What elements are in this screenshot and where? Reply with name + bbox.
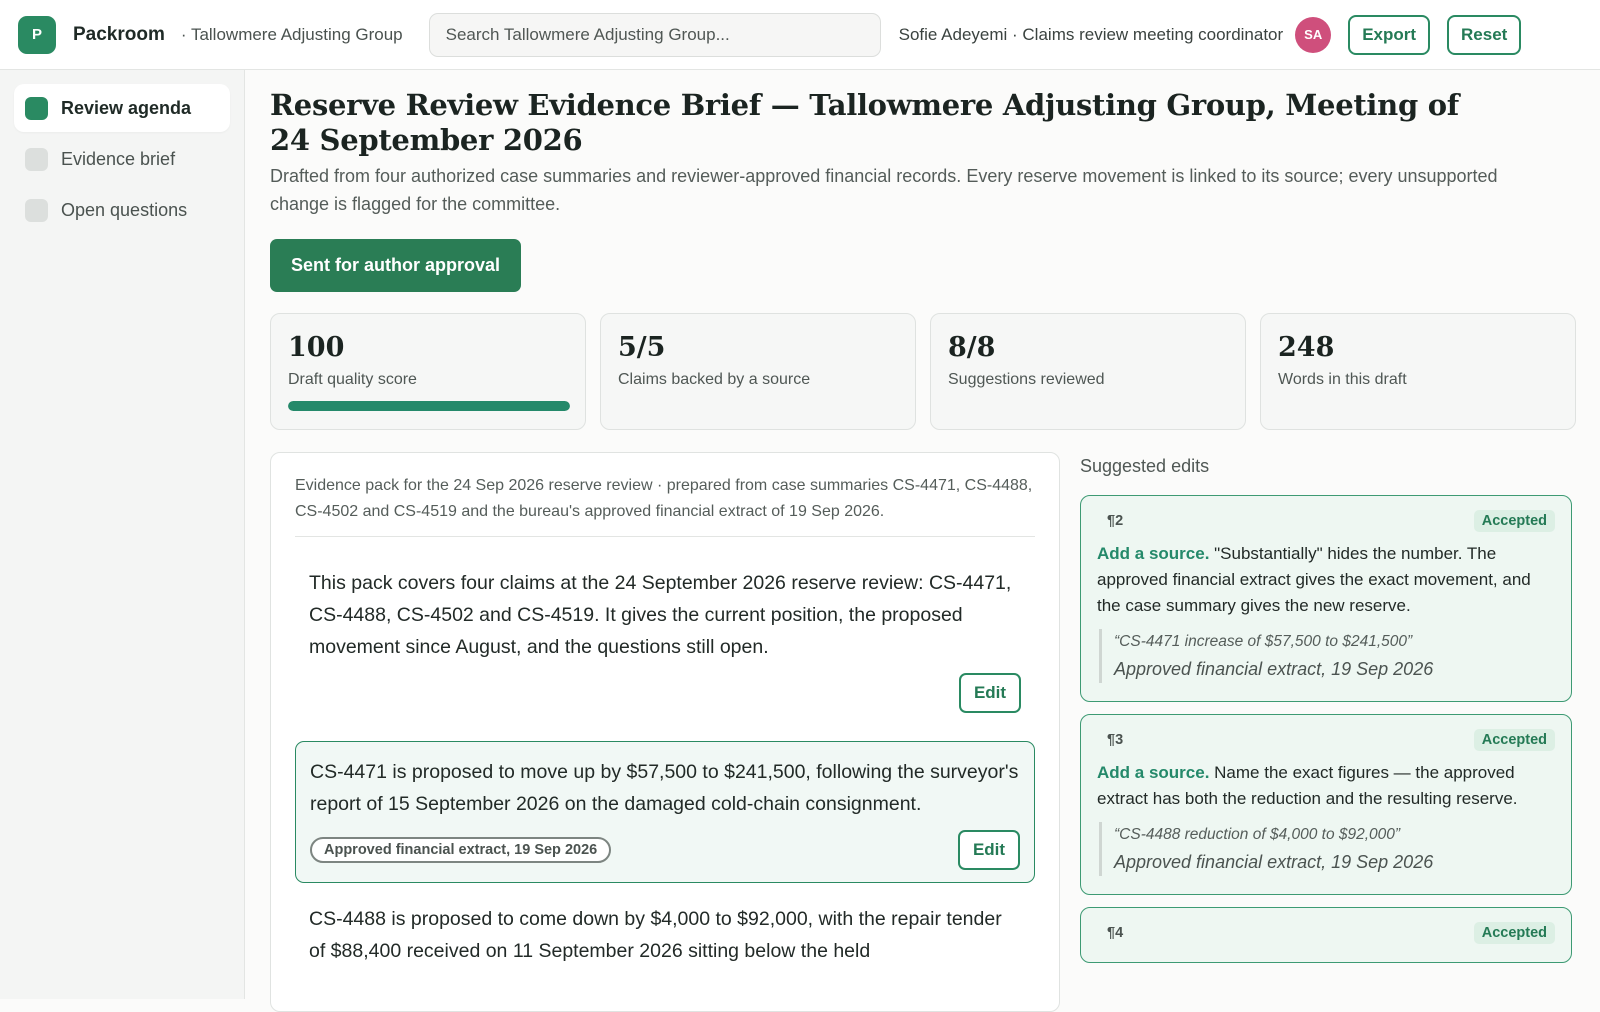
quality-progress-bar xyxy=(288,401,570,411)
reset-button[interactable]: Reset xyxy=(1447,14,1522,55)
paragraph-footer: Edit xyxy=(309,673,1021,713)
top-bar: P Packroom · Tallowmere Adjusting Group … xyxy=(0,0,1600,70)
sidebar: Review agenda Evidence brief Open questi… xyxy=(0,70,245,999)
stat-card-words: 248 Words in this draft xyxy=(1260,313,1576,430)
suggestion-lead: Add a source. xyxy=(1097,544,1210,563)
document-paragraph[interactable]: CS-4471 is proposed to move up by $57,50… xyxy=(295,741,1035,883)
status-badge: Accepted xyxy=(1473,729,1555,751)
quality-progress-fill xyxy=(288,401,570,411)
quote-source: Approved financial extract, 19 Sep 2026 xyxy=(1114,852,1434,872)
edit-button[interactable]: Edit xyxy=(959,673,1021,713)
document-paragraph[interactable]: This pack covers four claims at the 24 S… xyxy=(295,553,1035,725)
search-input[interactable]: Search Tallowmere Adjusting Group... xyxy=(428,12,881,57)
paragraph-ref: ¶4 xyxy=(1107,925,1124,941)
stat-label: Claims backed by a source xyxy=(618,371,811,388)
stats-row: 100 Draft quality score 5/5 Claims backe… xyxy=(270,313,1580,430)
sidebar-item-label: Open questions xyxy=(61,199,188,220)
sidebar-item-open-questions[interactable]: Open questions xyxy=(14,186,230,234)
paragraph-text: This pack covers four claims at the 24 S… xyxy=(309,572,1012,658)
sidebar-item-review-agenda[interactable]: Review agenda xyxy=(14,84,230,132)
suggestion-card[interactable]: ¶2 Accepted Add a source. "Substantially… xyxy=(1080,495,1572,702)
status-badge: Accepted xyxy=(1473,510,1555,532)
app-name: Packroom xyxy=(73,23,165,45)
user-name: Sofie Adeyemi · Claims review meeting co… xyxy=(898,24,1284,44)
document-paragraph[interactable]: CS-4488 is proposed to come down by $4,0… xyxy=(295,899,1035,979)
suggestion-body: Add a source. "Substantially" hides the … xyxy=(1097,541,1555,619)
app-logo[interactable]: P xyxy=(18,15,56,54)
card-header: ¶4 Accepted xyxy=(1097,922,1555,944)
export-button[interactable]: Export xyxy=(1348,14,1431,55)
nav-marker-icon xyxy=(25,96,48,120)
stat-card-suggestions: 8/8 Suggestions reviewed xyxy=(930,313,1246,430)
stat-label: Words in this draft xyxy=(1278,371,1407,388)
stat-value: 8/8 xyxy=(948,332,996,363)
sidebar-item-label: Evidence brief xyxy=(61,148,176,169)
nav-marker-icon xyxy=(25,198,48,222)
paragraph-ref: ¶2 xyxy=(1107,513,1124,529)
source-quote: “CS-4488 reduction of $4,000 to $92,000”… xyxy=(1099,822,1555,876)
main-content: Reserve Review Evidence Brief — Tallowme… xyxy=(270,88,1580,430)
avatar[interactable]: SA xyxy=(1295,16,1332,53)
source-quote: “CS-4471 increase of $57,500 to $241,500… xyxy=(1099,629,1555,683)
card-header: ¶2 Accepted xyxy=(1097,510,1555,532)
paragraph-text: CS-4471 is proposed to move up by $57,50… xyxy=(310,761,1019,815)
quote-text: “CS-4471 increase of $57,500 to $241,500… xyxy=(1114,633,1413,650)
stat-label: Draft quality score xyxy=(288,371,417,388)
org-name: · Tallowmere Adjusting Group xyxy=(180,24,403,44)
status-button[interactable]: Sent for author approval xyxy=(270,239,522,292)
nav-marker-icon xyxy=(25,147,48,171)
suggestion-card[interactable]: ¶4 Accepted xyxy=(1080,907,1572,963)
stat-card-quality: 100 Draft quality score xyxy=(270,313,586,430)
suggestion-body: Add a source. Name the exact figures — t… xyxy=(1097,760,1555,812)
stat-card-claims: 5/5 Claims backed by a source xyxy=(600,313,916,430)
page-title: Reserve Review Evidence Brief — Tallowme… xyxy=(270,88,1459,157)
document-panel: Evidence pack for the 24 Sep 2026 reserv… xyxy=(270,452,1060,1012)
quote-text: “CS-4488 reduction of $4,000 to $92,000” xyxy=(1114,826,1401,843)
quote-source: Approved financial extract, 19 Sep 2026 xyxy=(1114,659,1434,679)
edit-button[interactable]: Edit xyxy=(958,830,1020,870)
suggestion-lead: Add a source. xyxy=(1097,763,1210,782)
sidebar-item-evidence-brief[interactable]: Evidence brief xyxy=(14,135,230,183)
stat-value: 100 xyxy=(288,332,345,363)
sidebar-item-label: Review agenda xyxy=(61,97,192,118)
status-badge: Accepted xyxy=(1473,922,1555,944)
paragraph-text: CS-4488 is proposed to come down by $4,0… xyxy=(309,908,1002,962)
suggestions-panel: Suggested edits ¶2 Accepted Add a source… xyxy=(1080,456,1572,975)
stat-value: 5/5 xyxy=(618,332,666,363)
document-intro: Evidence pack for the 24 Sep 2026 reserv… xyxy=(295,473,1035,537)
page-subtitle: Drafted from four authorized case summar… xyxy=(270,166,1498,214)
stat-value: 248 xyxy=(1278,332,1335,363)
suggestion-card[interactable]: ¶3 Accepted Add a source. Name the exact… xyxy=(1080,714,1572,895)
suggestions-heading: Suggested edits xyxy=(1080,456,1210,476)
card-header: ¶3 Accepted xyxy=(1097,729,1555,751)
source-chip[interactable]: Approved financial extract, 19 Sep 2026 xyxy=(310,837,612,863)
paragraph-ref: ¶3 xyxy=(1107,732,1124,748)
stat-label: Suggestions reviewed xyxy=(948,371,1105,388)
paragraph-footer: Approved financial extract, 19 Sep 2026 … xyxy=(310,830,1020,870)
